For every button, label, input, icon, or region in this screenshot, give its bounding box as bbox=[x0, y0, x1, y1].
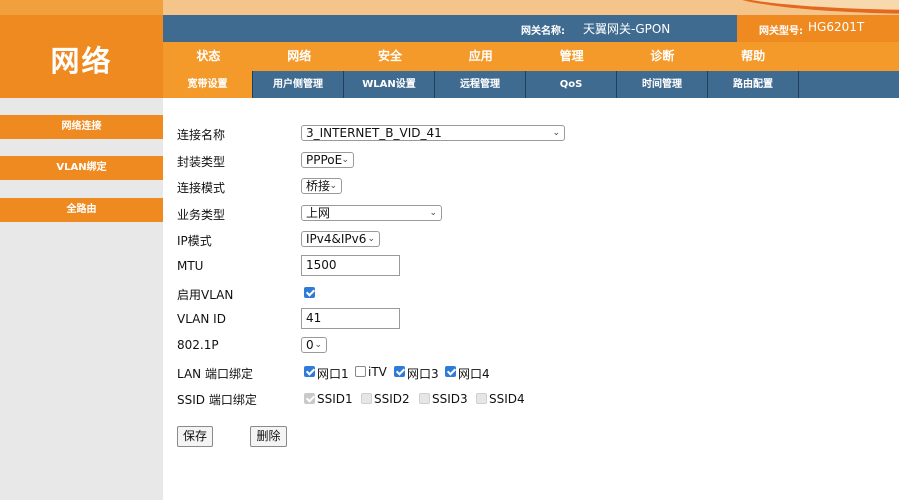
gateway-name-value: 天翼网关-GPON bbox=[583, 22, 671, 36]
main-nav: 状态 网络 安全 应用 管理 诊断 帮助 bbox=[163, 42, 899, 71]
priority-value: 0 bbox=[306, 338, 314, 352]
encapsulation-select[interactable]: PPPoE ⌄ bbox=[301, 152, 354, 168]
gateway-model-label: 网关型号: bbox=[759, 26, 803, 37]
nav-network[interactable]: 网络 bbox=[254, 42, 345, 71]
ssid1-label: SSID1 bbox=[317, 392, 353, 406]
nav-application[interactable]: 应用 bbox=[435, 42, 526, 71]
ssid1-checkbox bbox=[304, 393, 315, 404]
mtu-input[interactable]: 1500 bbox=[301, 255, 400, 276]
lan-port3-label: 网口3 bbox=[407, 367, 439, 381]
lan-port1-checkbox[interactable] bbox=[304, 366, 315, 377]
connection-name-select[interactable]: 3_INTERNET_B_VID_41 ⌄ bbox=[301, 125, 565, 141]
nav-diagnostics[interactable]: 诊断 bbox=[617, 42, 708, 71]
ip-mode-label: IP模式 bbox=[177, 234, 212, 248]
subnav-wlan[interactable]: WLAN设置 bbox=[344, 71, 435, 98]
decor-swoosh bbox=[723, 0, 899, 14]
subnav-qos[interactable]: QoS bbox=[526, 71, 617, 98]
delete-button[interactable]: 删除 bbox=[250, 426, 287, 447]
subnav-user-side[interactable]: 用户侧管理 bbox=[253, 71, 344, 98]
ssid3-checkbox bbox=[419, 393, 430, 404]
sub-nav: 宽带设置 用户侧管理 WLAN设置 远程管理 QoS 时间管理 路由配置 bbox=[163, 71, 899, 98]
connection-mode-value: 桥接 bbox=[306, 179, 331, 193]
priority-label: 802.1P bbox=[177, 338, 219, 352]
sidebar-item-network-connection[interactable]: 网络连接 bbox=[0, 115, 163, 139]
ssid3-label: SSID3 bbox=[432, 392, 468, 406]
nav-security[interactable]: 安全 bbox=[345, 42, 436, 71]
encapsulation-value: PPPoE bbox=[306, 153, 343, 167]
chevron-down-icon: ⌄ bbox=[429, 208, 437, 218]
enable-vlan-checkbox[interactable] bbox=[304, 287, 315, 298]
gateway-name-label: 网关名称: bbox=[521, 26, 565, 37]
sidebar-item-vlan-binding[interactable]: VLAN绑定 bbox=[0, 156, 163, 180]
ssid-binding-label: SSID 端口绑定 bbox=[177, 393, 257, 407]
nav-management[interactable]: 管理 bbox=[526, 42, 617, 71]
lan-port4-checkbox[interactable] bbox=[445, 366, 456, 377]
brand-top-strip bbox=[0, 0, 163, 15]
service-type-select[interactable]: 上网 ⌄ bbox=[301, 205, 442, 221]
subnav-route[interactable]: 路由配置 bbox=[708, 71, 799, 98]
ip-mode-select[interactable]: IPv4&IPv6 ⌄ bbox=[301, 231, 380, 247]
ssid2-checkbox bbox=[361, 393, 372, 404]
gateway-model-value: HG6201T bbox=[808, 20, 865, 34]
nav-help[interactable]: 帮助 bbox=[708, 42, 799, 71]
sidebar: 网络连接 VLAN绑定 全路由 bbox=[0, 98, 163, 500]
ssid4-checkbox bbox=[476, 393, 487, 404]
lan-port3-checkbox[interactable] bbox=[394, 366, 405, 377]
ip-mode-value: IPv4&IPv6 bbox=[306, 232, 367, 246]
subnav-broadband[interactable]: 宽带设置 bbox=[163, 71, 253, 98]
nav-status[interactable]: 状态 bbox=[163, 42, 254, 71]
lan-itv-label: iTV bbox=[368, 365, 387, 379]
lan-port1-label: 网口1 bbox=[317, 367, 349, 381]
connection-name-value: 3_INTERNET_B_VID_41 bbox=[306, 126, 442, 140]
connection-mode-label: 连接模式 bbox=[177, 181, 226, 195]
chevron-down-icon: ⌄ bbox=[367, 234, 375, 244]
priority-select[interactable]: 0 ⌄ bbox=[301, 337, 327, 353]
lan-binding-label: LAN 端口绑定 bbox=[177, 367, 253, 381]
connection-mode-select[interactable]: 桥接 ⌄ bbox=[301, 178, 342, 194]
service-type-value: 上网 bbox=[306, 206, 331, 220]
top-decor-strip bbox=[163, 0, 899, 15]
chevron-down-icon: ⌄ bbox=[314, 340, 322, 350]
service-type-label: 业务类型 bbox=[177, 208, 226, 222]
section-logo-title: 网络 bbox=[50, 44, 113, 78]
mtu-label: MTU bbox=[177, 259, 204, 273]
lan-itv-checkbox[interactable] bbox=[355, 366, 366, 377]
encapsulation-label: 封装类型 bbox=[177, 155, 226, 169]
lan-port4-label: 网口4 bbox=[458, 367, 490, 381]
vlan-id-label: VLAN ID bbox=[177, 312, 226, 326]
chevron-down-icon: ⌄ bbox=[341, 155, 349, 165]
subnav-time[interactable]: 时间管理 bbox=[617, 71, 708, 98]
sidebar-item-full-route[interactable]: 全路由 bbox=[0, 198, 163, 222]
chevron-down-icon: ⌄ bbox=[552, 128, 560, 138]
vlan-id-input[interactable]: 41 bbox=[301, 308, 400, 329]
subnav-remote[interactable]: 远程管理 bbox=[435, 71, 526, 98]
connection-name-label: 连接名称 bbox=[177, 128, 226, 142]
chevron-down-icon: ⌄ bbox=[329, 181, 337, 191]
gateway-model-box: 网关型号: HG6201T bbox=[737, 15, 899, 42]
ssid2-label: SSID2 bbox=[374, 392, 410, 406]
ssid4-label: SSID4 bbox=[489, 392, 525, 406]
save-button[interactable]: 保存 bbox=[177, 426, 213, 447]
brand-panel: 网络 bbox=[0, 0, 163, 98]
enable-vlan-label: 启用VLAN bbox=[177, 288, 234, 302]
connection-form: 连接名称 3_INTERNET_B_VID_41 ⌄ 封装类型 PPPoE ⌄ … bbox=[163, 98, 899, 500]
